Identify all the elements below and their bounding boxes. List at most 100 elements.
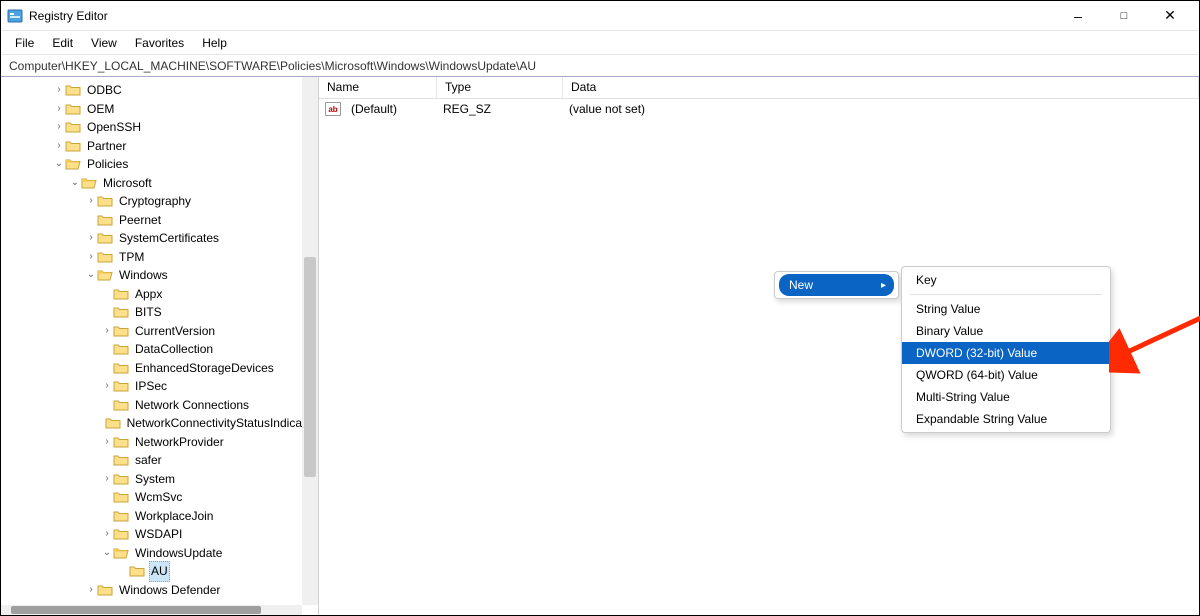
tree-node-label: AU: [149, 561, 170, 582]
tree-node[interactable]: › NetworkProvider: [1, 433, 318, 452]
chevron-right-icon[interactable]: ›: [53, 137, 65, 156]
tree-node[interactable]: ›Windows Defender: [1, 581, 318, 600]
tree-node[interactable]: WcmSvc: [1, 488, 318, 507]
menu-help[interactable]: Help: [194, 34, 235, 52]
folder-icon: [113, 398, 129, 412]
context-menu-new[interactable]: New ▸: [779, 274, 894, 296]
tree-node[interactable]: ⌄ WindowsUpdate: [1, 544, 318, 563]
tree-scrollbar-horizontal[interactable]: [1, 605, 302, 615]
tree-node[interactable]: Appx: [1, 285, 318, 304]
tree-node[interactable]: › CurrentVersion: [1, 322, 318, 341]
tree-node-label: SystemCertificates: [117, 229, 221, 248]
tree-node[interactable]: › SystemCertificates: [1, 229, 318, 248]
tree-node[interactable]: ›OEM: [1, 100, 318, 119]
context-submenu-item[interactable]: Binary Value: [902, 320, 1110, 342]
chevron-right-icon[interactable]: ›: [101, 433, 113, 452]
menu-favorites[interactable]: Favorites: [127, 34, 192, 52]
tree-node[interactable]: ⌄Windows: [1, 266, 318, 285]
tree-node[interactable]: ›System: [1, 470, 318, 489]
chevron-right-icon[interactable]: ›: [85, 192, 97, 211]
minimize-button[interactable]: –: [1055, 1, 1101, 31]
folder-icon: [97, 231, 113, 245]
tree-node[interactable]: ⌄ Policies: [1, 155, 318, 174]
folder-icon: [113, 527, 129, 541]
tree-node-label: CurrentVersion: [133, 322, 217, 341]
tree-node[interactable]: ⌄Microsoft: [1, 174, 318, 193]
tree-node-label: WindowsUpdate: [133, 544, 224, 563]
tree-node-label: WorkplaceJoin: [133, 507, 215, 526]
menu-view[interactable]: View: [83, 34, 125, 52]
chevron-right-icon[interactable]: ›: [85, 248, 97, 267]
tree-node[interactable]: Peernet: [1, 211, 318, 230]
tree-node[interactable]: › Partner: [1, 137, 318, 156]
list-row[interactable]: ab (Default) REG_SZ (value not set): [319, 99, 1199, 119]
chevron-down-icon[interactable]: ⌄: [101, 544, 113, 563]
address-bar[interactable]: Computer\HKEY_LOCAL_MACHINE\SOFTWARE\Pol…: [1, 55, 1199, 77]
chevron-right-icon[interactable]: ›: [53, 81, 65, 100]
chevron-right-icon[interactable]: ›: [53, 118, 65, 137]
app-icon: [7, 8, 23, 24]
folder-icon: [113, 435, 129, 449]
tree-node-label: EnhancedStorageDevices: [133, 359, 276, 378]
tree-node[interactable]: BITS: [1, 303, 318, 322]
folder-icon: [65, 120, 81, 134]
chevron-right-icon[interactable]: ›: [85, 581, 97, 600]
tree-node[interactable]: Network Connections: [1, 396, 318, 415]
col-header-data[interactable]: Data: [563, 77, 1199, 98]
tree-pane: ›ODBC›OEM›OpenSSH›Partner⌄Policies⌄Micro…: [1, 77, 319, 615]
chevron-down-icon[interactable]: ⌄: [85, 266, 97, 285]
folder-icon: [113, 546, 129, 560]
titlebar: Registry Editor – □ ✕: [1, 1, 1199, 31]
chevron-down-icon[interactable]: ⌄: [69, 174, 81, 193]
string-value-icon: ab: [325, 102, 341, 116]
tree-node-label: NetworkProvider: [133, 433, 226, 452]
menu-file[interactable]: File: [7, 34, 42, 52]
tree-node[interactable]: ›ODBC: [1, 81, 318, 100]
folder-icon: [81, 176, 97, 190]
tree-node-label: safer: [133, 451, 164, 470]
chevron-down-icon[interactable]: ⌄: [53, 155, 65, 174]
tree-node[interactable]: ›Cryptography: [1, 192, 318, 211]
value-name: (Default): [343, 102, 435, 116]
tree-node-label: Appx: [133, 285, 164, 304]
tree-node[interactable]: safer: [1, 451, 318, 470]
context-submenu-item[interactable]: Key: [902, 269, 1110, 291]
chevron-right-icon[interactable]: ›: [101, 470, 113, 489]
tree-node[interactable]: ›TPM: [1, 248, 318, 267]
folder-icon: [65, 157, 81, 171]
tree-node[interactable]: ›OpenSSH: [1, 118, 318, 137]
folder-icon: [113, 287, 129, 301]
context-submenu-item[interactable]: QWORD (64-bit) Value: [902, 364, 1110, 386]
col-header-name[interactable]: Name: [319, 77, 437, 98]
chevron-right-icon[interactable]: ›: [85, 229, 97, 248]
tree-node[interactable]: NetworkConnectivityStatusIndicator: [1, 414, 318, 433]
close-button[interactable]: ✕: [1147, 1, 1193, 31]
chevron-right-icon[interactable]: ›: [53, 100, 65, 119]
folder-icon: [113, 305, 129, 319]
value-data: (value not set): [561, 102, 653, 116]
tree-node[interactable]: AU: [1, 562, 318, 581]
tree-node-label: Policies: [85, 155, 130, 174]
tree-node[interactable]: ›WSDAPI: [1, 525, 318, 544]
tree-node-label: IPSec: [133, 377, 169, 396]
tree-node-label: Partner: [85, 137, 128, 156]
tree-scrollbar-vertical[interactable]: [302, 77, 318, 605]
context-menu-new-label: New: [789, 278, 813, 292]
tree-node[interactable]: DataCollection: [1, 340, 318, 359]
maximize-button[interactable]: □: [1101, 1, 1147, 31]
tree-node-label: WcmSvc: [133, 488, 184, 507]
folder-icon: [65, 83, 81, 97]
context-submenu-item[interactable]: Multi-String Value: [902, 386, 1110, 408]
context-submenu-item[interactable]: String Value: [902, 298, 1110, 320]
chevron-right-icon[interactable]: ›: [101, 377, 113, 396]
chevron-right-icon[interactable]: ›: [101, 322, 113, 341]
chevron-right-icon[interactable]: ›: [101, 525, 113, 544]
context-submenu-item[interactable]: DWORD (32-bit) Value: [902, 342, 1110, 364]
tree-node[interactable]: EnhancedStorageDevices: [1, 359, 318, 378]
menu-edit[interactable]: Edit: [44, 34, 81, 52]
folder-icon: [113, 453, 129, 467]
context-submenu-item[interactable]: Expandable String Value: [902, 408, 1110, 430]
col-header-type[interactable]: Type: [437, 77, 563, 98]
tree-node[interactable]: › IPSec: [1, 377, 318, 396]
tree-node[interactable]: WorkplaceJoin: [1, 507, 318, 526]
